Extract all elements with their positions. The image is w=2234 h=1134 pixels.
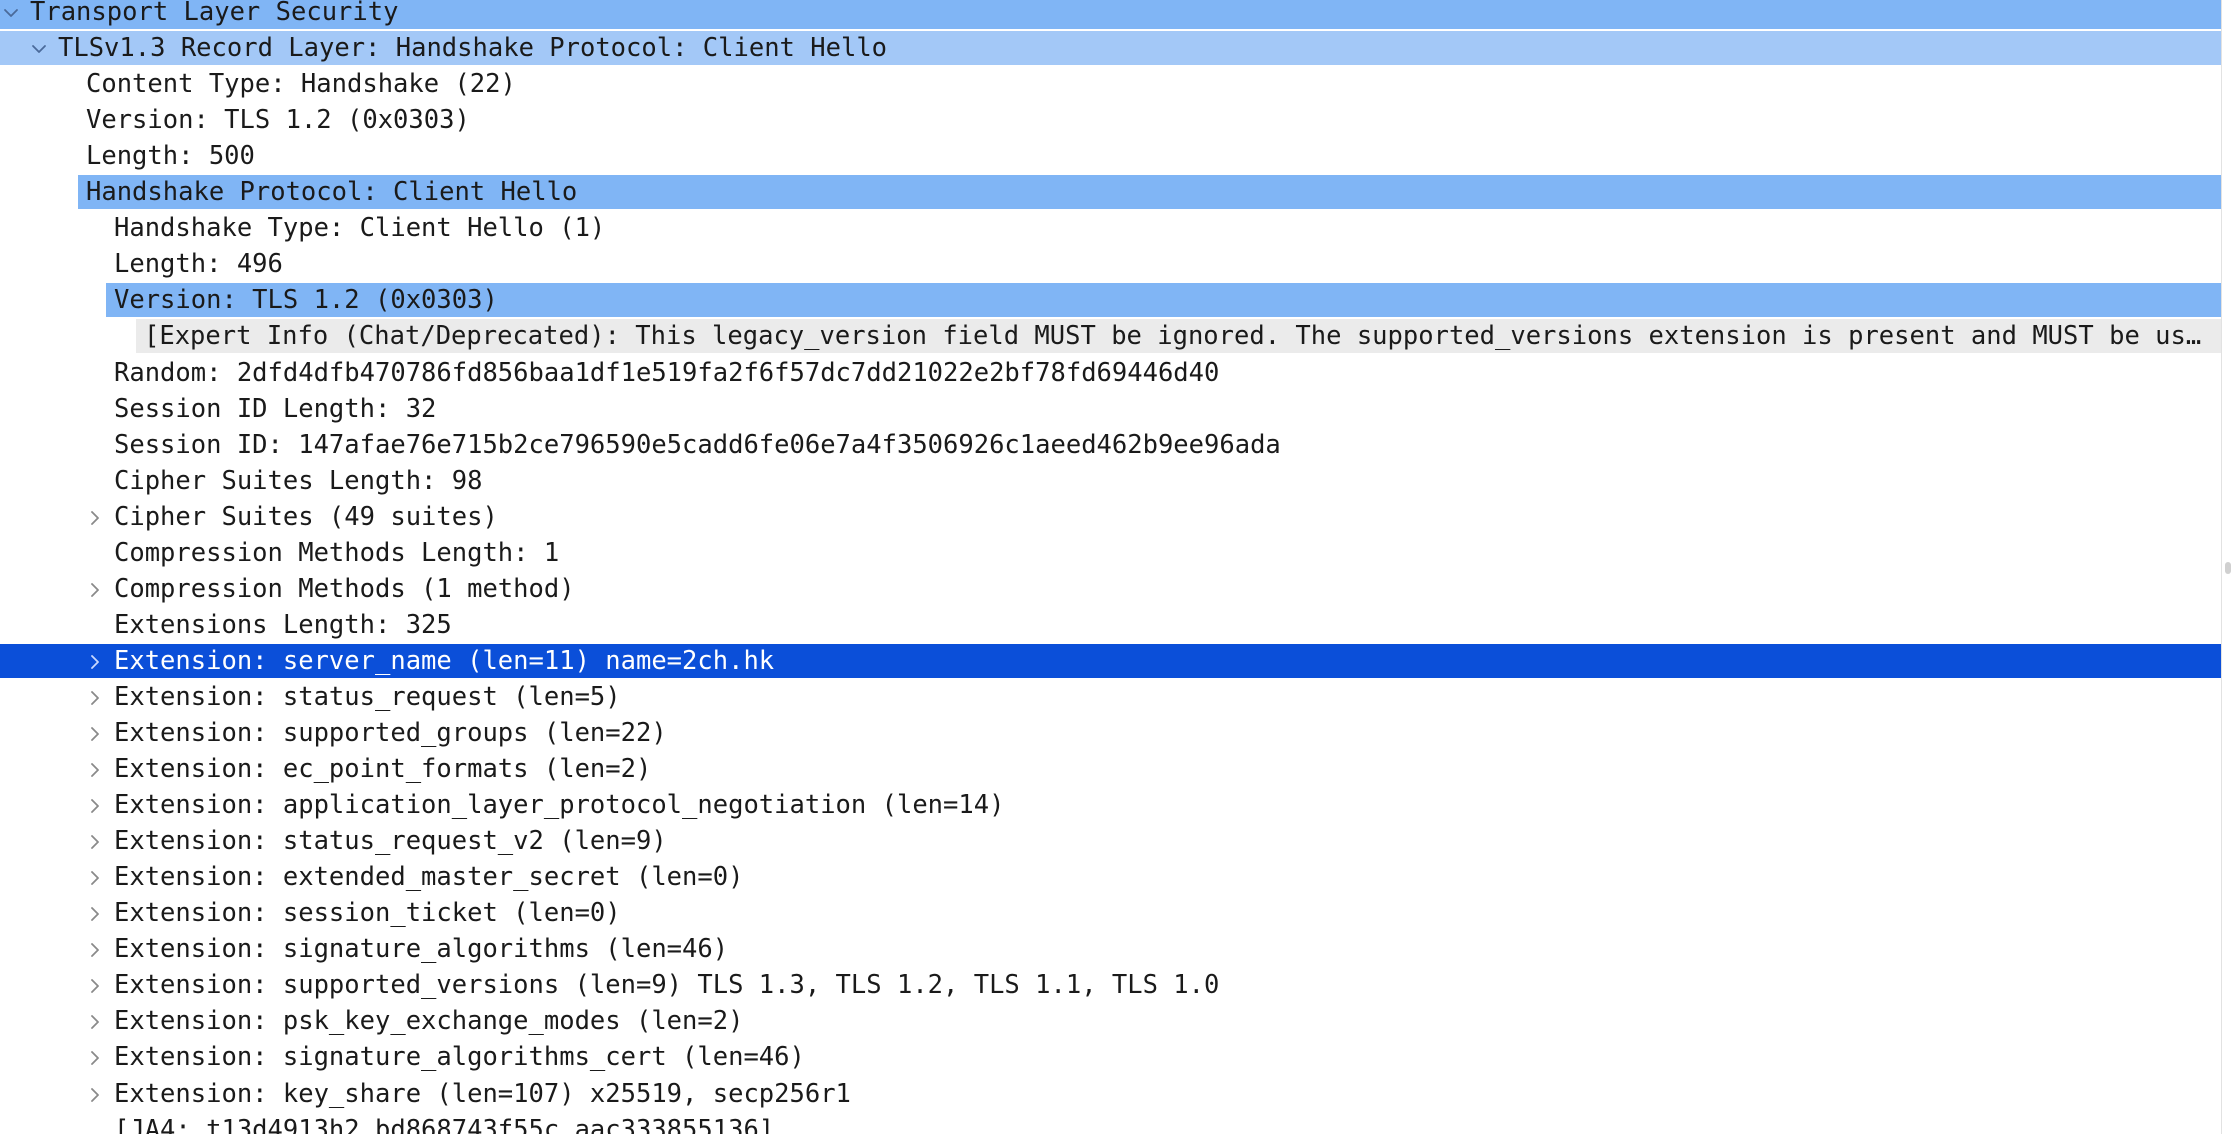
tree-row[interactable]: Cipher Suites (49 suites) [0, 500, 2221, 534]
tree-row[interactable]: Version: TLS 1.2 (0x0303) [106, 283, 2221, 318]
tree-row-label: Extension: extended_master_secret (len=0… [114, 862, 744, 893]
tree-row-label: Session ID Length: 32 [114, 393, 437, 424]
tree-row[interactable]: Length: 496 [0, 247, 2221, 281]
chevron-right-icon[interactable] [84, 716, 106, 750]
tree-row-label: Transport Layer Security [30, 0, 399, 27]
chevron-right-icon[interactable] [84, 968, 106, 1002]
tree-row-label: Extension: status_request_v2 (len=9) [114, 826, 667, 857]
chevron-right-icon[interactable] [84, 752, 106, 786]
tree-row[interactable]: Random: 2dfd4dfb470786fd856baa1df1e519fa… [0, 356, 2221, 390]
tree-row[interactable]: [Expert Info (Chat/Deprecated): This leg… [136, 319, 2221, 354]
tree-row-label: [Expert Info (Chat/Deprecated): This leg… [144, 321, 2213, 352]
tree-row[interactable]: Extension: signature_algorithms (len=46) [0, 932, 2221, 966]
tree-row-label: TLSv1.3 Record Layer: Handshake Protocol… [58, 33, 888, 64]
packet-details-tree[interactable]: Transport Layer Security TLSv1.3 Record L… [0, 0, 2221, 1134]
tree-row-label: Extension: supported_versions (len=9) TL… [114, 970, 1220, 1001]
tree-row-label: Content Type: Handshake (22) [86, 69, 516, 100]
tree-row[interactable]: Length: 500 [0, 139, 2221, 173]
tree-row[interactable]: Handshake Protocol: Client Hello [78, 175, 2221, 210]
tree-row[interactable]: Session ID: 147afae76e715b2ce796590e5cad… [0, 428, 2221, 462]
chevron-right-icon[interactable] [84, 680, 106, 714]
tree-row-label: Cipher Suites (49 suites) [114, 501, 498, 532]
tree-row[interactable]: Transport Layer Security [0, 0, 2221, 29]
chevron-right-icon[interactable] [84, 896, 106, 930]
tree-row[interactable]: Extension: supported_versions (len=9) TL… [0, 968, 2221, 1002]
chevron-right-icon[interactable] [84, 572, 106, 606]
tree-row[interactable]: Extension: ec_point_formats (len=2) [0, 752, 2221, 786]
tree-row-label: Compression Methods Length: 1 [114, 537, 560, 568]
chevron-right-icon[interactable] [84, 500, 106, 534]
tree-row[interactable]: [JA4: t13d4913h2_bd868743f55c_aac3338551… [0, 1113, 2221, 1134]
chevron-down-icon[interactable] [0, 0, 22, 29]
scrollbar-thumb[interactable] [2225, 562, 2231, 574]
tree-row-label: Extension: ec_point_formats (len=2) [114, 754, 652, 785]
tree-row-label: Version: TLS 1.2 (0x0303) [86, 105, 470, 136]
tree-row[interactable]: Version: TLS 1.2 (0x0303) [0, 103, 2221, 137]
tree-row[interactable]: Handshake Type: Client Hello (1) [0, 211, 2221, 245]
tree-row[interactable]: Session ID Length: 32 [0, 392, 2221, 426]
chevron-right-icon[interactable] [84, 824, 106, 858]
tree-row[interactable]: Extension: key_share (len=107) x25519, s… [0, 1077, 2221, 1111]
chevron-down-icon[interactable] [28, 31, 50, 65]
tree-row-label: Cipher Suites Length: 98 [114, 465, 483, 496]
tree-row[interactable]: Content Type: Handshake (22) [0, 67, 2221, 101]
tree-row-label: Extensions Length: 325 [114, 609, 452, 640]
tree-row-label: Version: TLS 1.2 (0x0303) [114, 285, 498, 316]
tree-row[interactable]: Compression Methods Length: 1 [0, 536, 2221, 570]
tree-row-label: Compression Methods (1 method) [114, 573, 575, 604]
tree-row-label: Length: 500 [86, 141, 255, 172]
tree-row-label: Extension: session_ticket (len=0) [114, 898, 621, 929]
tree-row[interactable]: Extension: psk_key_exchange_modes (len=2… [0, 1004, 2221, 1038]
vertical-scrollbar[interactable] [2221, 0, 2234, 1134]
tree-row[interactable]: Extension: extended_master_secret (len=0… [0, 860, 2221, 894]
tree-row-label: Handshake Type: Client Hello (1) [114, 213, 606, 244]
tree-row[interactable]: Extension: supported_groups (len=22) [0, 716, 2221, 750]
chevron-right-icon[interactable] [84, 644, 106, 678]
tree-row-label: Extension: server_name (len=11) name=2ch… [114, 645, 775, 676]
tree-row[interactable]: Extension: signature_algorithms_cert (le… [0, 1040, 2221, 1074]
tree-row[interactable]: Compression Methods (1 method) [0, 572, 2221, 606]
tree-row-label: Extension: status_request (len=5) [114, 681, 621, 712]
tree-row[interactable]: Extension: status_request_v2 (len=9) [0, 824, 2221, 858]
chevron-right-icon[interactable] [84, 1004, 106, 1038]
tree-row[interactable]: Extension: application_layer_protocol_ne… [0, 788, 2221, 822]
tree-row[interactable]: Extension: session_ticket (len=0) [0, 896, 2221, 930]
chevron-right-icon[interactable] [84, 788, 106, 822]
tree-row-label: Random: 2dfd4dfb470786fd856baa1df1e519fa… [114, 357, 1220, 388]
tree-row[interactable]: Extension: server_name (len=11) name=2ch… [0, 643, 2221, 678]
tree-row-label: Handshake Protocol: Client Hello [86, 177, 578, 208]
tree-row-label: [JA4: t13d4913h2_bd868743f55c_aac3338551… [114, 1114, 775, 1134]
tree-row[interactable]: Extensions Length: 325 [0, 608, 2221, 642]
chevron-right-icon[interactable] [84, 1077, 106, 1111]
tree-row-label: Extension: application_layer_protocol_ne… [114, 790, 1005, 821]
tree-row[interactable]: TLSv1.3 Record Layer: Handshake Protocol… [0, 31, 2221, 66]
tree-row-label: Extension: signature_algorithms (len=46) [114, 934, 729, 965]
tree-row-label: Extension: signature_algorithms_cert (le… [114, 1042, 805, 1073]
tree-row[interactable]: Extension: status_request (len=5) [0, 680, 2221, 714]
tree-row[interactable]: Cipher Suites Length: 98 [0, 464, 2221, 498]
tree-row-label: Extension: key_share (len=107) x25519, s… [114, 1078, 851, 1109]
tree-row-label: Session ID: 147afae76e715b2ce796590e5cad… [114, 429, 1281, 460]
tree-row-label: Extension: supported_groups (len=22) [114, 718, 667, 748]
tree-row-label: Length: 496 [114, 249, 283, 280]
chevron-right-icon[interactable] [84, 1040, 106, 1074]
tree-row-label: Extension: psk_key_exchange_modes (len=2… [114, 1006, 744, 1037]
chevron-right-icon[interactable] [84, 932, 106, 966]
chevron-right-icon[interactable] [84, 860, 106, 894]
